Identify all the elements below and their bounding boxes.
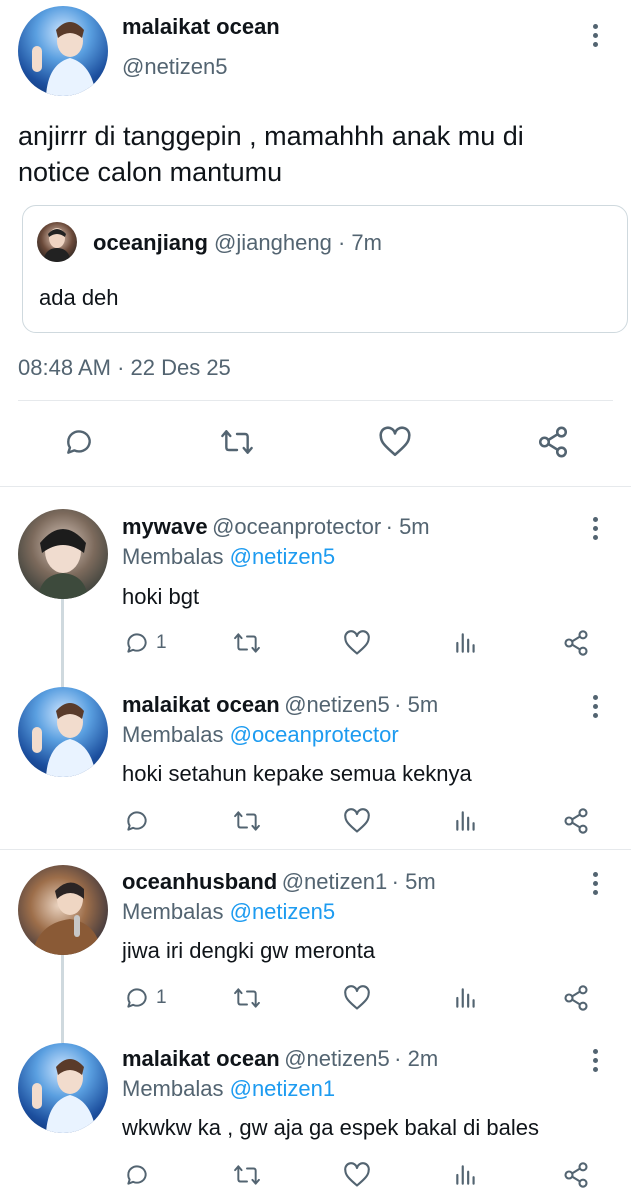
retweet-icon[interactable] bbox=[232, 985, 262, 1011]
avatar[interactable] bbox=[18, 1043, 108, 1133]
quote-avatar bbox=[37, 222, 77, 262]
views-icon[interactable] bbox=[453, 1162, 479, 1188]
replying-to-label: Membalas bbox=[122, 722, 224, 747]
more-icon[interactable] bbox=[585, 869, 605, 899]
more-icon[interactable] bbox=[585, 692, 605, 722]
reply-text: hoki setahun kepake semua keknya bbox=[122, 761, 472, 786]
retweet-icon[interactable] bbox=[232, 808, 262, 834]
share-icon[interactable] bbox=[562, 807, 590, 835]
reply-time: · 5m bbox=[385, 514, 430, 539]
views-icon[interactable] bbox=[453, 985, 479, 1011]
reply-icon[interactable] bbox=[63, 426, 95, 458]
thread-line bbox=[61, 599, 64, 687]
quoted-tweet[interactable]: oceanjiang @jiangheng · 7m ada deh bbox=[22, 205, 628, 333]
reply-author-handle[interactable]: @netizen5 bbox=[284, 692, 390, 717]
replying-to-link[interactable]: @netizen5 bbox=[230, 544, 336, 569]
replying-to-link[interactable]: @netizen5 bbox=[230, 899, 336, 924]
avatar[interactable] bbox=[18, 509, 108, 599]
share-icon[interactable] bbox=[562, 629, 590, 657]
tweet-timestamp[interactable]: 08:48 AM · 22 Des 25 bbox=[18, 355, 231, 381]
reply-author-handle[interactable]: @netizen5 bbox=[284, 1046, 390, 1071]
reply-count: 1 bbox=[156, 632, 167, 653]
replying-to-link[interactable]: @oceanprotector bbox=[230, 722, 399, 747]
divider bbox=[18, 400, 613, 401]
retweet-icon[interactable] bbox=[232, 1162, 262, 1188]
reply-author-handle[interactable]: @netizen1 bbox=[282, 869, 388, 894]
reply-time: · 2m bbox=[394, 1046, 439, 1071]
reply-icon[interactable] bbox=[124, 808, 150, 834]
replying-to-label: Membalas bbox=[122, 899, 224, 924]
author-name[interactable]: malaikat ocean bbox=[122, 14, 280, 40]
reply-author-name[interactable]: mywave bbox=[122, 514, 208, 539]
like-icon[interactable] bbox=[343, 808, 371, 834]
avatar[interactable] bbox=[18, 6, 108, 96]
tweet-text-line2: notice calon mantumu bbox=[18, 157, 283, 187]
reply-icon[interactable] bbox=[124, 630, 150, 656]
share-icon[interactable] bbox=[562, 1161, 590, 1189]
avatar[interactable] bbox=[18, 687, 108, 777]
like-icon[interactable] bbox=[343, 1162, 371, 1188]
reply-author-handle[interactable]: @oceanprotector bbox=[212, 514, 381, 539]
reply-author-name[interactable]: oceanhusband bbox=[122, 869, 277, 894]
quote-time: · 7m bbox=[337, 230, 382, 255]
reply-author-name[interactable]: malaikat ocean bbox=[122, 1046, 280, 1071]
quote-author-name: oceanjiang bbox=[93, 230, 208, 255]
divider bbox=[0, 849, 631, 850]
reply-text: jiwa iri dengki gw meronta bbox=[122, 938, 376, 963]
like-icon[interactable] bbox=[343, 985, 371, 1011]
reply-icon[interactable] bbox=[124, 985, 150, 1011]
retweet-icon[interactable] bbox=[232, 630, 262, 656]
reply-time: · 5m bbox=[391, 869, 436, 894]
more-icon[interactable] bbox=[585, 21, 605, 51]
reply-time: · 5m bbox=[394, 692, 439, 717]
reply-icon[interactable] bbox=[124, 1162, 150, 1188]
more-icon[interactable] bbox=[585, 514, 605, 544]
author-handle[interactable]: @netizen5 bbox=[122, 54, 228, 80]
views-icon[interactable] bbox=[453, 630, 479, 656]
retweet-icon[interactable] bbox=[219, 426, 255, 458]
quote-author-handle: @jiangheng bbox=[214, 230, 332, 255]
replying-to-label: Membalas bbox=[122, 544, 224, 569]
share-icon[interactable] bbox=[536, 424, 570, 460]
reply-author-name[interactable]: malaikat ocean bbox=[122, 692, 280, 717]
tweet-text: anjirrr di tanggepin , mamahhh anak mu d… bbox=[18, 118, 524, 190]
quote-text: ada deh bbox=[39, 285, 119, 310]
divider bbox=[0, 486, 631, 487]
reply-text: hoki bgt bbox=[122, 584, 200, 609]
avatar[interactable] bbox=[18, 865, 108, 955]
reply-text: wkwkw ka , gw aja ga espek bakal di bale… bbox=[122, 1115, 539, 1140]
replying-to-label: Membalas bbox=[122, 1076, 224, 1101]
reply-count: 1 bbox=[156, 987, 167, 1008]
replying-to-link[interactable]: @netizen1 bbox=[230, 1076, 336, 1101]
like-icon[interactable] bbox=[343, 630, 371, 656]
tweet-text-line1: anjirrr di tanggepin , mamahhh anak mu d… bbox=[18, 121, 524, 151]
more-icon[interactable] bbox=[585, 1046, 605, 1076]
like-icon[interactable] bbox=[378, 426, 412, 458]
views-icon[interactable] bbox=[453, 808, 479, 834]
thread-line bbox=[61, 955, 64, 1043]
share-icon[interactable] bbox=[562, 984, 590, 1012]
